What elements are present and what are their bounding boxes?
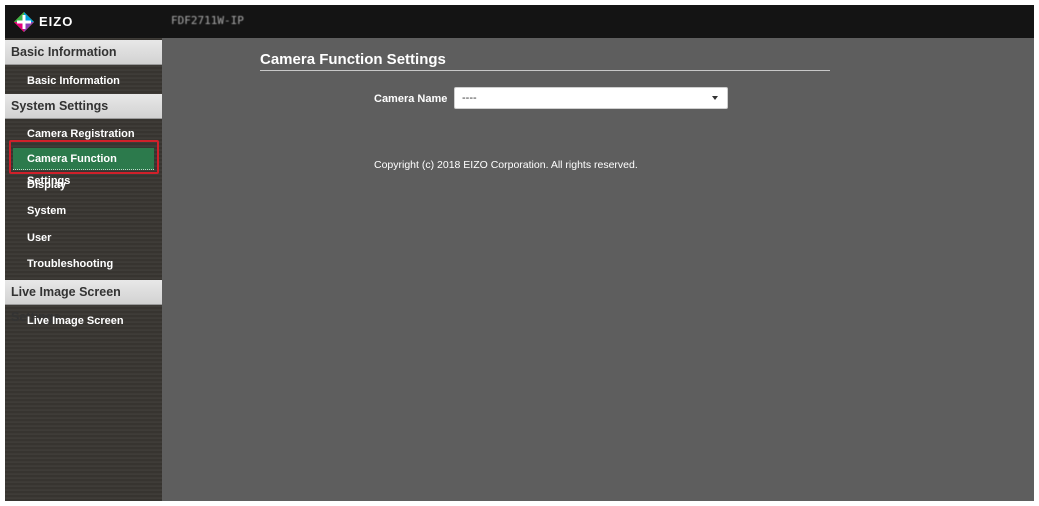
camera-name-value: ---- bbox=[462, 92, 477, 104]
page-title: Camera Function Settings bbox=[260, 51, 446, 68]
section-header-system-settings: System Settings bbox=[5, 94, 162, 119]
sidebar-item-system[interactable]: System bbox=[5, 200, 162, 222]
camera-name-label: Camera Name bbox=[374, 93, 448, 105]
device-name: FDF2711W-IP bbox=[171, 14, 244, 27]
eizo-logo-icon bbox=[14, 11, 34, 32]
main-content: Camera Function Settings Camera Name ---… bbox=[162, 38, 1034, 501]
copyright-text: Copyright (c) 2018 EIZO Corporation. All… bbox=[374, 159, 638, 171]
sidebar-item-troubleshooting[interactable]: Troubleshooting bbox=[5, 253, 162, 275]
section-header-basic-information: Basic Information bbox=[5, 40, 162, 65]
camera-name-select[interactable]: ---- bbox=[454, 87, 728, 109]
sidebar-item-live-image-screen[interactable]: Live Image Screen bbox=[5, 310, 162, 332]
sidebar-item-user[interactable]: User bbox=[5, 227, 162, 249]
title-divider bbox=[260, 70, 830, 71]
sidebar-item-basic-information[interactable]: Basic Information bbox=[5, 70, 162, 92]
eizo-logo: EIZO bbox=[13, 9, 73, 34]
highlight-box bbox=[9, 140, 159, 174]
sidebar: Basic Information Basic Information Syst… bbox=[5, 38, 162, 501]
top-bar: EIZO FDF2711W-IP bbox=[5, 5, 1034, 38]
app-window: EIZO FDF2711W-IP Basic Information Basic… bbox=[5, 5, 1034, 501]
section-header-live-image-screen-settings: Live Image Screen Settings bbox=[5, 280, 162, 324]
chevron-down-icon bbox=[712, 96, 718, 100]
sidebar-item-display[interactable]: Display bbox=[5, 174, 162, 196]
logo-text: EIZO bbox=[39, 14, 74, 29]
